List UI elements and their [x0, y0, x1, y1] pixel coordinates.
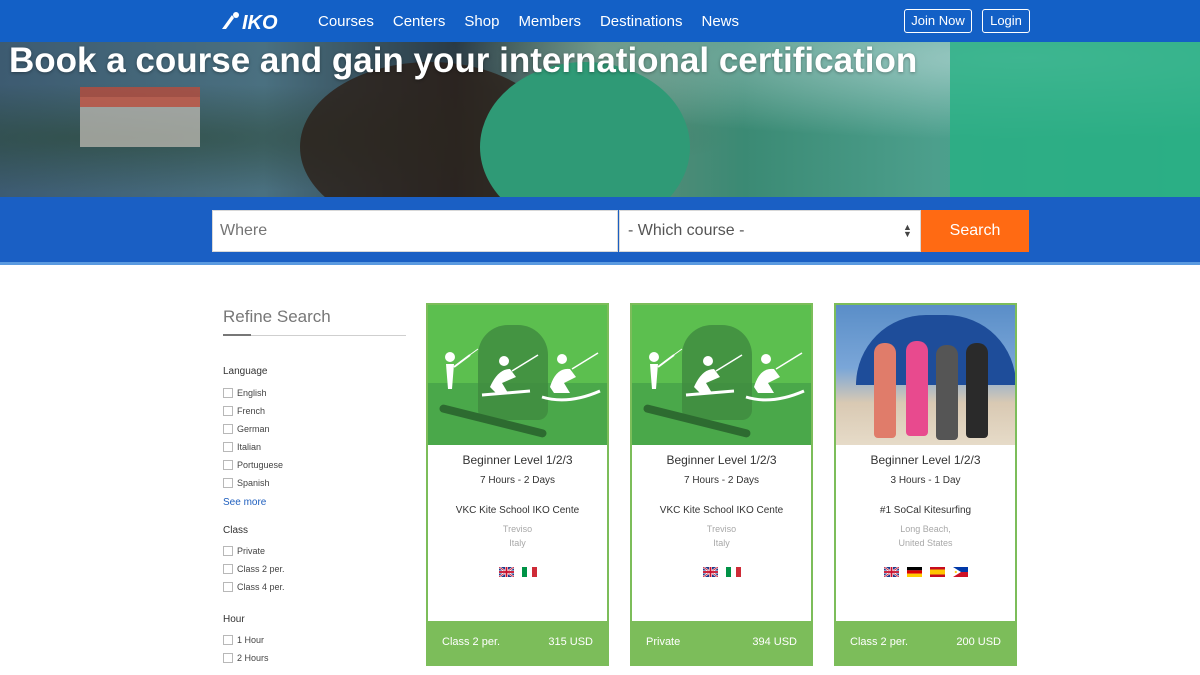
course-image [428, 305, 607, 445]
language-flags [428, 567, 607, 577]
checkbox[interactable] [223, 460, 233, 470]
checkbox[interactable] [223, 635, 233, 645]
hero-title: Book a course and gain your internationa… [9, 42, 918, 80]
spain-flag-icon [929, 567, 945, 577]
school-city: Long Beach, [900, 524, 951, 534]
language-flags [836, 567, 1015, 577]
school-city: Treviso [502, 524, 533, 534]
checkbox[interactable] [223, 424, 233, 434]
hero-kite [950, 42, 1200, 202]
login-button[interactable]: Login [982, 9, 1030, 33]
class-heading: Class [223, 525, 249, 536]
course-price: 315 USD [548, 636, 593, 648]
join-now-button[interactable]: Join Now [904, 9, 972, 33]
filter-german[interactable]: German [223, 422, 270, 436]
checkbox[interactable] [223, 564, 233, 574]
nav-destinations[interactable]: Destinations [600, 13, 683, 30]
top-nav-bar: IKO Courses Centers Shop Members Destina… [0, 0, 1200, 42]
course-title: Beginner Level 1/2/3 [666, 453, 777, 467]
filter-english[interactable]: English [223, 386, 267, 400]
checkbox[interactable] [223, 546, 233, 556]
school-name: VKC Kite School IKO Cente [659, 505, 784, 516]
course-image [836, 305, 1015, 445]
nav-centers[interactable]: Centers [393, 13, 446, 30]
course-duration: 3 Hours - 1 Day [890, 475, 961, 486]
search-button[interactable]: Search [921, 210, 1029, 252]
language-flags [632, 567, 811, 577]
philippines-flag-icon [952, 567, 968, 577]
checkbox[interactable] [223, 442, 233, 452]
hour-heading: Hour [223, 614, 245, 625]
school-name: #1 SoCal Kitesurfing [879, 505, 972, 516]
checkbox[interactable] [223, 478, 233, 488]
hero-roof [80, 87, 200, 107]
nav-members[interactable]: Members [518, 13, 581, 30]
course-class: Private [646, 636, 681, 648]
nav-courses[interactable]: Courses [318, 13, 374, 30]
filter-2-hours[interactable]: 2 Hours [223, 651, 269, 665]
course-class: Class 2 per. [442, 636, 501, 648]
filter-private[interactable]: Private [223, 544, 265, 558]
course-duration: 7 Hours - 2 Days [479, 475, 556, 486]
course-class: Class 2 per. [850, 636, 909, 648]
hero-banner: Book a course and gain your internationa… [0, 42, 1200, 202]
checkbox[interactable] [223, 582, 233, 592]
filter-class-2[interactable]: Class 2 per. [223, 562, 285, 576]
course-card[interactable]: Beginner Level 1/2/3 3 Hours - 1 Day #1 … [834, 303, 1017, 666]
logo-text: IKO [242, 12, 278, 33]
nav-news[interactable]: News [702, 13, 740, 30]
course-price: 394 USD [752, 636, 797, 648]
uk-flag-icon [883, 567, 899, 577]
filter-class-4[interactable]: Class 4 per. [223, 580, 285, 594]
see-more-link[interactable]: See more [223, 497, 266, 508]
kite-levels-icon [649, 348, 805, 402]
select-arrows-icon: ▲ ▼ [903, 222, 912, 239]
checkbox[interactable] [223, 653, 233, 663]
card-footer: Class 2 per. 200 USD [836, 621, 1015, 666]
filter-portuguese[interactable]: Portuguese [223, 458, 283, 472]
search-band-divider [0, 262, 1200, 265]
nav-shop[interactable]: Shop [464, 13, 499, 30]
card-footer: Private 394 USD [632, 621, 811, 666]
main-nav: Courses Centers Shop Members Destination… [318, 0, 758, 42]
course-title: Beginner Level 1/2/3 [462, 453, 573, 467]
school-city: Treviso [706, 524, 737, 534]
course-duration: 7 Hours - 2 Days [683, 475, 760, 486]
school-name: VKC Kite School IKO Cente [455, 505, 580, 516]
italy-flag-icon [521, 567, 537, 577]
filter-1-hour[interactable]: 1 Hour [223, 633, 264, 647]
italy-flag-icon [725, 567, 741, 577]
uk-flag-icon [702, 567, 718, 577]
course-price: 200 USD [956, 636, 1001, 648]
card-footer: Class 2 per. 315 USD [428, 621, 607, 666]
course-card[interactable]: Beginner Level 1/2/3 7 Hours - 2 Days VK… [630, 303, 813, 666]
filter-spanish[interactable]: Spanish [223, 476, 270, 490]
course-select[interactable]: - Which course - [619, 210, 921, 252]
refine-divider-accent [223, 334, 251, 336]
kite-levels-icon [445, 348, 601, 402]
iko-logo[interactable]: IKO [218, 9, 296, 33]
filter-italian[interactable]: Italian [223, 440, 261, 454]
school-country: Italy [713, 538, 730, 548]
school-country: Italy [509, 538, 526, 548]
course-image [632, 305, 811, 445]
checkbox[interactable] [223, 388, 233, 398]
course-title: Beginner Level 1/2/3 [870, 453, 981, 467]
germany-flag-icon [906, 567, 922, 577]
where-input[interactable] [212, 210, 618, 252]
refine-search-title: Refine Search [223, 307, 331, 326]
filter-french[interactable]: French [223, 404, 265, 418]
course-card[interactable]: Beginner Level 1/2/3 7 Hours - 2 Days VK… [426, 303, 609, 666]
language-heading: Language [223, 366, 268, 377]
school-country: United States [898, 538, 953, 548]
checkbox[interactable] [223, 406, 233, 416]
uk-flag-icon [498, 567, 514, 577]
